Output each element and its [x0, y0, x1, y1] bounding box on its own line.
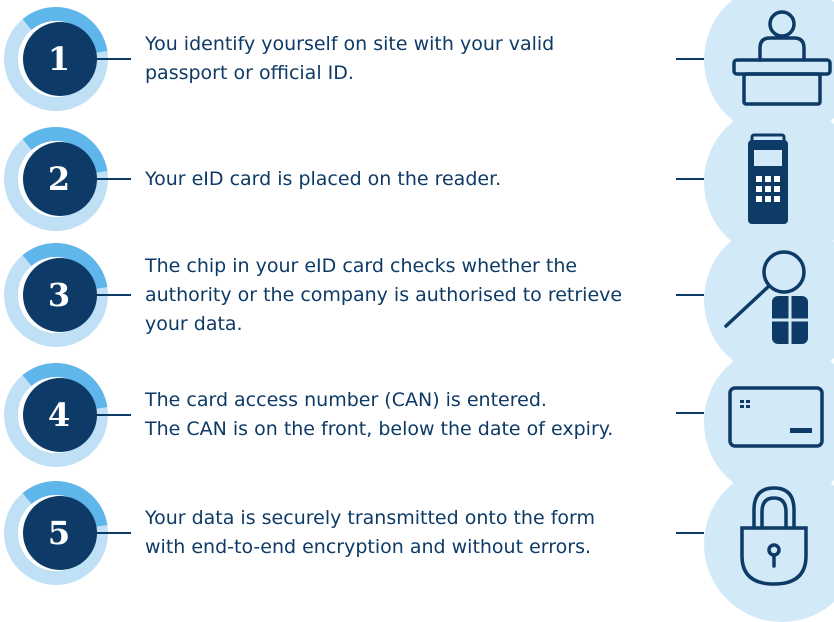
- padlock-icon: [740, 486, 808, 586]
- step-3: 3 The chip in your eID card checks wheth…: [0, 236, 834, 354]
- step-description: The chip in your eID card checks whether…: [145, 254, 623, 335]
- eid-steps-diagram: 1 You identify yourself on site with you…: [0, 0, 834, 622]
- step-description: Your eID card is placed on the reader.: [145, 167, 502, 190]
- right-connector-line: [676, 412, 704, 414]
- step-description: You identify yourself on site with your …: [145, 33, 555, 84]
- step-4: 4 The card access number (CAN) is entere…: [0, 356, 834, 474]
- step-description: Your data is securely transmitted onto t…: [145, 507, 595, 558]
- magnifier-chip-icon: [724, 250, 808, 344]
- left-connector-line: [93, 294, 131, 296]
- left-connector-line: [93, 532, 131, 534]
- right-connector-line: [676, 58, 704, 60]
- right-connector-line: [676, 294, 704, 296]
- left-connector-line: [93, 58, 131, 60]
- left-connector-line: [93, 414, 131, 416]
- right-connector-line: [676, 178, 704, 180]
- step-5: 5 Your data is securely transmitted onto…: [0, 474, 834, 592]
- step-1: 1 You identify yourself on site with you…: [0, 0, 834, 118]
- step-description: The card access number (CAN) is entered.…: [145, 389, 614, 440]
- card-reader-icon: [748, 133, 788, 224]
- reception-desk-person-icon: [732, 10, 832, 106]
- left-connector-line: [93, 178, 131, 180]
- right-connector-line: [676, 532, 704, 534]
- id-card-icon: [728, 386, 824, 448]
- step-2: 2 Your eID card is placed on the reader.: [0, 120, 834, 238]
